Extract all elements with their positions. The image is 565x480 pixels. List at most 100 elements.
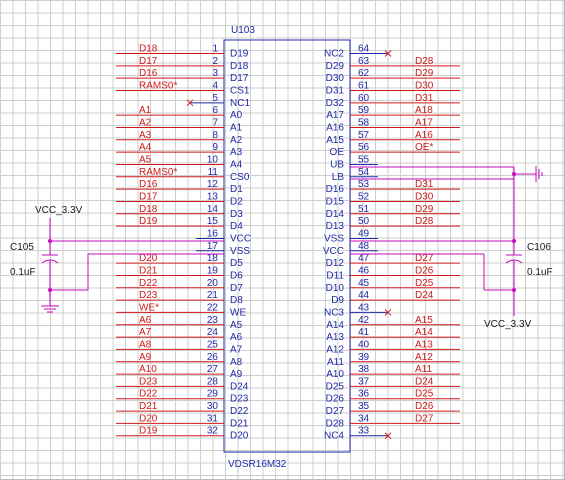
pin-number: 26	[207, 352, 219, 363]
pin-number: 34	[358, 413, 370, 424]
pin-name: LB	[332, 172, 345, 183]
pin-name: UB	[330, 159, 344, 170]
pin-name: D24	[230, 381, 249, 392]
pin-name: D18	[230, 61, 249, 72]
capacitor-c105	[41, 218, 224, 313]
pin-name: D17	[230, 73, 249, 84]
pin-name: A16	[326, 122, 344, 133]
pin-name: NC1	[230, 98, 250, 109]
pin-number: 39	[358, 352, 370, 363]
left-pin-group: 1 D19D182 D18D173 D17D164 CS1RAMS0*5 NC16 A0A1…	[116, 44, 251, 442]
net-label: D16	[139, 179, 158, 190]
pin-name: D13	[326, 221, 345, 232]
pin-number: 57	[358, 130, 370, 141]
pin-name: D21	[230, 418, 249, 429]
pin-number: 44	[358, 290, 370, 301]
pin-number: 46	[358, 265, 370, 276]
net-label: D24	[415, 376, 434, 387]
pin-number: 24	[207, 327, 219, 338]
pin-number: 8	[212, 130, 218, 141]
net-label: D18	[139, 44, 158, 55]
net-label: D25	[415, 389, 434, 400]
pin-number: 29	[207, 389, 219, 400]
pin-name: A5	[230, 320, 243, 331]
pin-name: D5	[230, 258, 243, 269]
net-label: D31	[415, 93, 434, 104]
pin-number: 23	[207, 315, 219, 326]
pin-name: D12	[326, 258, 345, 269]
pin-name: NC2	[324, 49, 344, 60]
pin-name: A14	[326, 320, 344, 331]
pin-number: 17	[207, 241, 219, 252]
pin-name: OE	[330, 147, 345, 158]
pin-number: 10	[207, 154, 219, 165]
pin-name: VSS	[230, 246, 250, 257]
pin-number: 12	[207, 179, 219, 190]
pin-name: D20	[230, 431, 249, 442]
pin-name: D32	[326, 98, 345, 109]
pin-number: 2	[212, 56, 218, 67]
pin-number: 48	[358, 241, 370, 252]
junction-dot	[512, 239, 516, 243]
pin-number: 28	[207, 376, 219, 387]
pin-number: 22	[207, 302, 219, 313]
right-pin-group: 64NC263D29 D2862D30 D2961D31 D3060D32 D3159A…	[323, 44, 460, 442]
pin-name: D29	[326, 61, 345, 72]
pin-name: A12	[326, 344, 344, 355]
chip-part: VDSR16M32	[228, 459, 287, 470]
pin-name: A17	[326, 110, 344, 121]
net-label: A3	[139, 130, 152, 141]
net-label: A12	[415, 352, 433, 363]
pin-number: 19	[207, 265, 219, 276]
pin-number: 16	[207, 228, 219, 239]
net-label: D18	[139, 204, 158, 215]
net-label: D28	[415, 216, 434, 227]
pin-name: D2	[230, 196, 243, 207]
pin-name: D1	[230, 184, 243, 195]
net-label: D29	[415, 204, 434, 215]
pin-number: 36	[358, 389, 370, 400]
pin-name: D26	[326, 394, 345, 405]
net-label: D26	[415, 265, 434, 276]
net-label: A1	[139, 105, 152, 116]
pin-number: 33	[358, 426, 370, 437]
net-label: D20	[139, 413, 158, 424]
net-label: D29	[415, 68, 434, 79]
net-label: A9	[139, 352, 152, 363]
net-label: D30	[415, 191, 434, 202]
pin-name: D16	[326, 184, 345, 195]
net-label: OE*	[415, 142, 433, 153]
net-label: D25	[415, 278, 434, 289]
net-label: D17	[139, 56, 158, 67]
net-label: A2	[139, 117, 152, 128]
pin-number: 58	[358, 117, 370, 128]
pin-name: A6	[230, 332, 243, 343]
net-label: RAMS0*	[139, 80, 177, 91]
pin-number: 32	[207, 426, 219, 437]
junction-dot	[48, 288, 52, 292]
pin-number: 59	[358, 105, 370, 116]
pin-name: D8	[230, 295, 243, 306]
net-label: D23	[139, 290, 158, 301]
net-label: A17	[415, 117, 433, 128]
pin-name: A15	[326, 135, 344, 146]
pin-name: D9	[331, 295, 344, 306]
pin-number: 50	[358, 216, 370, 227]
net-label: D16	[139, 68, 158, 79]
pin-number: 64	[358, 44, 370, 55]
pin-number: 40	[358, 339, 370, 350]
pin-name: D4	[230, 221, 243, 232]
pin-number: 35	[358, 401, 370, 412]
pin-name: WE	[230, 307, 246, 318]
pin-number: 61	[358, 80, 370, 91]
c106-ref-label: C106	[527, 242, 551, 253]
pin-number: 38	[358, 364, 370, 375]
pin-name: D15	[326, 196, 345, 207]
net-label: A7	[139, 327, 152, 338]
pin-name: CS1	[230, 85, 250, 96]
pin-number: 43	[358, 302, 370, 313]
pin-name: D14	[326, 209, 345, 220]
pin-name: VCC	[230, 233, 251, 244]
pin-name: CS0	[230, 172, 250, 183]
pin-number: 55	[358, 154, 370, 165]
